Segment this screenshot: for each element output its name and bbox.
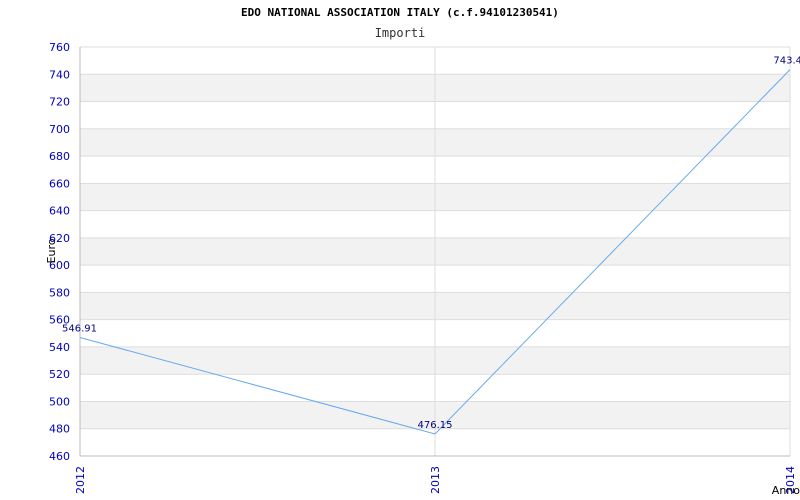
y-tick-label: 460 <box>49 450 70 463</box>
y-tick-label: 760 <box>49 41 70 54</box>
data-label: 476.15 <box>418 420 453 431</box>
data-label: 743.4 <box>773 56 800 67</box>
y-tick-label: 640 <box>49 205 70 218</box>
x-tick-label: 2013 <box>429 466 442 494</box>
data-label: 546.91 <box>62 324 97 335</box>
line-chart: 4604805005205405605806006206406606807007… <box>45 41 800 497</box>
x-tick-label: 2012 <box>74 466 87 494</box>
y-tick-label: 520 <box>49 368 70 381</box>
y-tick-label: 660 <box>49 177 70 190</box>
y-tick-label: 700 <box>49 123 70 136</box>
y-tick-label: 740 <box>49 68 70 81</box>
y-tick-label: 720 <box>49 96 70 109</box>
y-tick-label: 500 <box>49 395 70 408</box>
y-tick-label: 580 <box>49 286 70 299</box>
x-axis-label: Anno <box>772 484 800 497</box>
y-tick-label: 480 <box>49 423 70 436</box>
y-tick-label: 540 <box>49 341 70 354</box>
x-axis-ticks: 2012 2013 2014 <box>74 466 797 494</box>
y-tick-label: 680 <box>49 150 70 163</box>
y-axis-label: Euro <box>45 238 58 263</box>
